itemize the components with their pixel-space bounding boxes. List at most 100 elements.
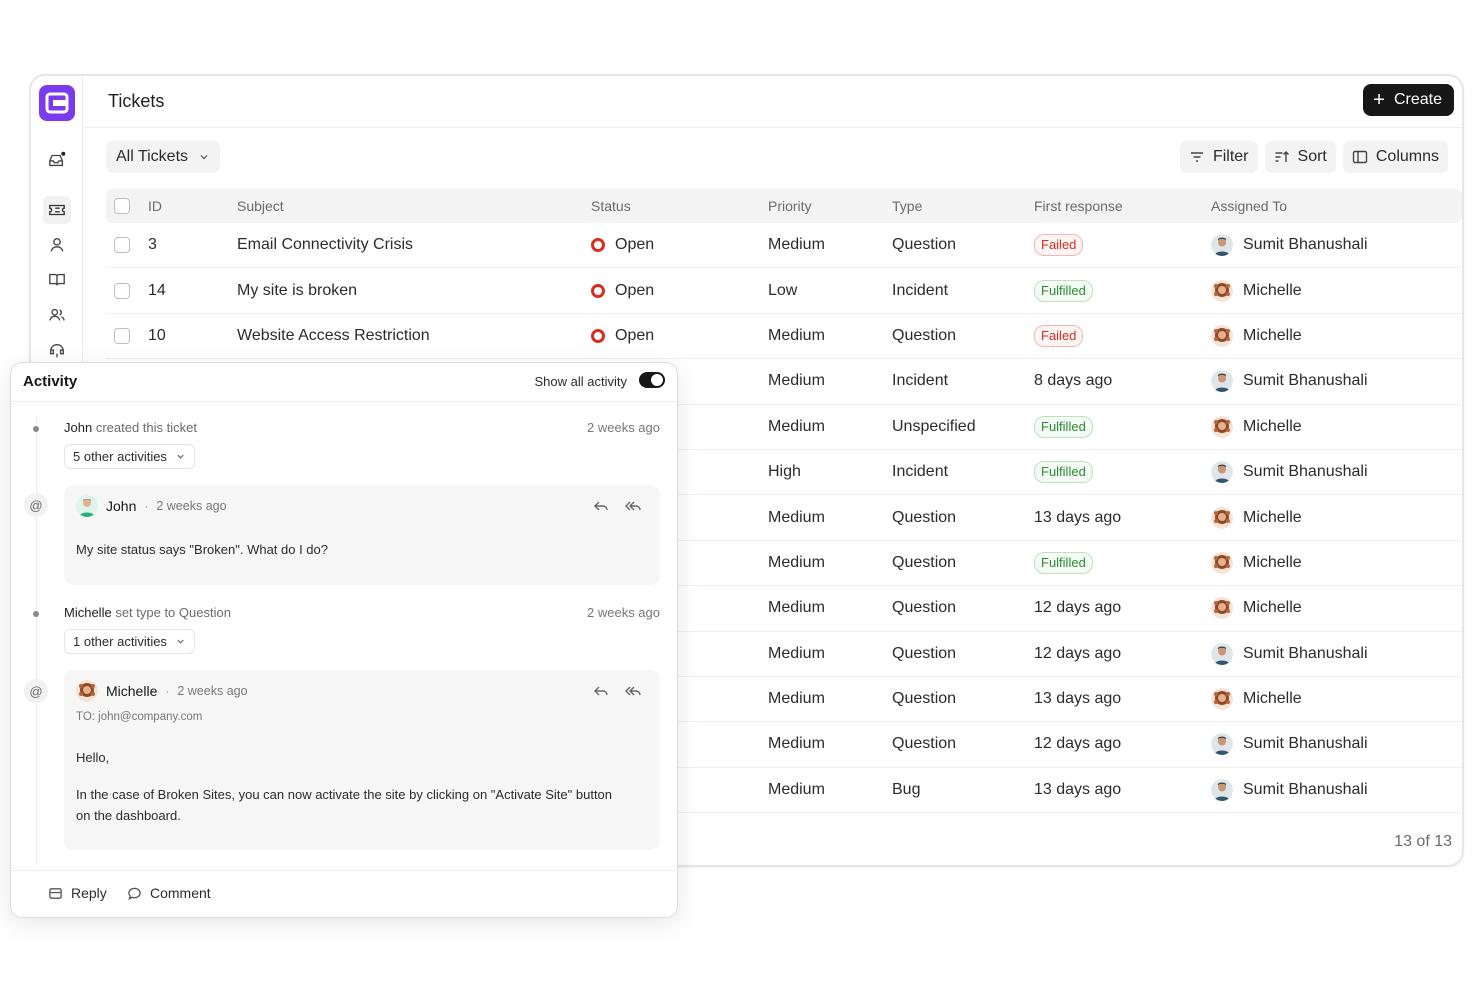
assignee-name: Michelle <box>1243 508 1302 526</box>
logo-icon <box>45 92 69 114</box>
ticket-subject[interactable]: Website Access Restriction <box>237 314 430 358</box>
table-row[interactable]: 3 Email Connectivity Crisis Open Medium Ques… <box>106 223 1462 269</box>
reply-button[interactable]: Reply <box>48 885 107 901</box>
sidebar-item-support[interactable] <box>43 337 71 365</box>
reply-button-label: Reply <box>71 885 107 901</box>
comment-button-label: Comment <box>150 885 211 901</box>
email-recipient: TO: john@company.com <box>76 711 203 723</box>
first-response: 13 days ago <box>1034 780 1122 798</box>
filter-button[interactable]: Filter <box>1179 141 1258 173</box>
sidebar-item-tickets[interactable] <box>43 196 71 224</box>
sidebar-item-teams[interactable] <box>43 301 71 329</box>
ticket-priority: Medium <box>768 644 825 662</box>
create-button[interactable]: + Create <box>1363 84 1454 116</box>
ticket-type: Question <box>892 690 957 708</box>
other-activities-label: 5 other activities <box>73 449 167 464</box>
show-all-activity-toggle[interactable] <box>639 372 665 388</box>
avatar <box>1211 551 1233 574</box>
ticket-priority: Medium <box>768 553 825 571</box>
timeline-bullet <box>33 611 39 617</box>
assignee-name: Sumit Bhanushali <box>1243 463 1368 481</box>
ticket-priority: Low <box>768 281 798 299</box>
columns-icon <box>1352 150 1368 164</box>
reply-icon[interactable] <box>592 682 610 700</box>
sidebar-item-contacts[interactable] <box>43 231 71 259</box>
chevron-down-icon <box>177 639 184 644</box>
columns-button[interactable]: Columns <box>1342 141 1448 173</box>
ticket-id: 14 <box>148 281 166 299</box>
ticket-subject[interactable]: Email Connectivity Crisis <box>237 223 413 267</box>
avatar <box>1211 415 1233 438</box>
ticket-priority: Medium <box>768 508 825 526</box>
avatar <box>1211 370 1233 393</box>
ticket-status: Open <box>615 236 655 254</box>
first-response: 13 days ago <box>1034 690 1122 708</box>
column-header-subject[interactable]: Subject <box>237 189 284 223</box>
column-header-priority[interactable]: Priority <box>768 189 812 223</box>
sort-button[interactable]: Sort <box>1264 141 1336 173</box>
ticket-priority: Medium <box>768 326 825 344</box>
view-select[interactable]: All Tickets <box>106 141 221 173</box>
comment-button[interactable]: Comment <box>127 885 211 901</box>
reply-all-icon[interactable] <box>624 497 642 515</box>
ticket-status: Open <box>615 326 655 344</box>
column-header-assigned-to[interactable]: Assigned To <box>1211 189 1287 223</box>
ticket-type: Incident <box>892 463 949 481</box>
ticket-type: Unspecified <box>892 417 976 435</box>
timeline-bullet <box>33 426 39 432</box>
event-action: set type to Question <box>115 605 231 620</box>
email-card: Michelle · 2 weeks ago TO: john@company.… <box>64 670 660 850</box>
assignee-name: Michelle <box>1243 281 1302 299</box>
reply-icon[interactable] <box>592 497 610 515</box>
activity-title: Activity <box>23 373 78 390</box>
assignee-name: Michelle <box>1243 417 1302 435</box>
avatar <box>1211 234 1233 257</box>
comment-card: John · 2 weeks ago My site status says "… <box>64 485 660 585</box>
assignee-name: Sumit Bhanushali <box>1243 644 1368 662</box>
avatar <box>1211 733 1233 756</box>
avatar <box>1211 688 1233 711</box>
column-header-first-response[interactable]: First response <box>1034 189 1123 223</box>
activity-panel: Activity Show all activity John created … <box>10 362 678 918</box>
avatar <box>1211 324 1233 347</box>
user-icon <box>50 238 64 252</box>
ticket-type: Question <box>892 644 957 662</box>
ticket-subject[interactable]: My site is broken <box>237 268 357 312</box>
row-checkbox[interactable] <box>114 327 130 344</box>
ticket-priority: Medium <box>768 780 825 798</box>
reply-all-icon[interactable] <box>624 682 642 700</box>
pagination-count: 13 of 13 <box>1394 833 1452 850</box>
mail-icon <box>49 887 62 899</box>
app-logo[interactable] <box>39 85 75 121</box>
select-all-checkbox[interactable] <box>114 198 130 214</box>
table-row[interactable]: 14 My site is broken Open Low Incident Fulfil… <box>106 268 1462 314</box>
other-activities-label: 1 other activities <box>73 634 167 649</box>
ticket-id: 10 <box>148 326 166 344</box>
sidebar-item-inbox[interactable] <box>43 146 71 174</box>
first-response: 12 days ago <box>1034 735 1122 753</box>
comment-author: Michelle <box>106 683 158 699</box>
table-row[interactable]: 10 Website Access Restriction Open Medium Qu… <box>106 314 1462 360</box>
inbox-icon <box>49 151 66 167</box>
other-activities-dropdown[interactable]: 5 other activities <box>64 444 195 469</box>
column-header-type[interactable]: Type <box>892 189 922 223</box>
status-open-icon <box>591 283 605 298</box>
assignee-name: Michelle <box>1243 599 1302 617</box>
sidebar-item-knowledge-base[interactable] <box>43 266 71 294</box>
view-select-label: All Tickets <box>116 148 189 165</box>
ticket-type: Question <box>892 326 957 344</box>
avatar <box>1211 461 1233 484</box>
first-response-badge: Fulfilled <box>1034 551 1093 574</box>
first-response: 12 days ago <box>1034 644 1122 662</box>
avatar <box>1211 279 1233 302</box>
book-icon <box>49 273 65 286</box>
comment-icon <box>128 887 141 900</box>
row-checkbox[interactable] <box>114 282 130 299</box>
avatar <box>1211 778 1233 801</box>
first-response-badge: Fulfilled <box>1034 461 1093 484</box>
other-activities-dropdown[interactable]: 1 other activities <box>64 629 195 654</box>
activity-header: Activity Show all activity <box>11 363 677 402</box>
row-checkbox[interactable] <box>114 237 130 254</box>
column-header-status[interactable]: Status <box>591 189 631 223</box>
column-header-id[interactable]: ID <box>148 189 162 223</box>
